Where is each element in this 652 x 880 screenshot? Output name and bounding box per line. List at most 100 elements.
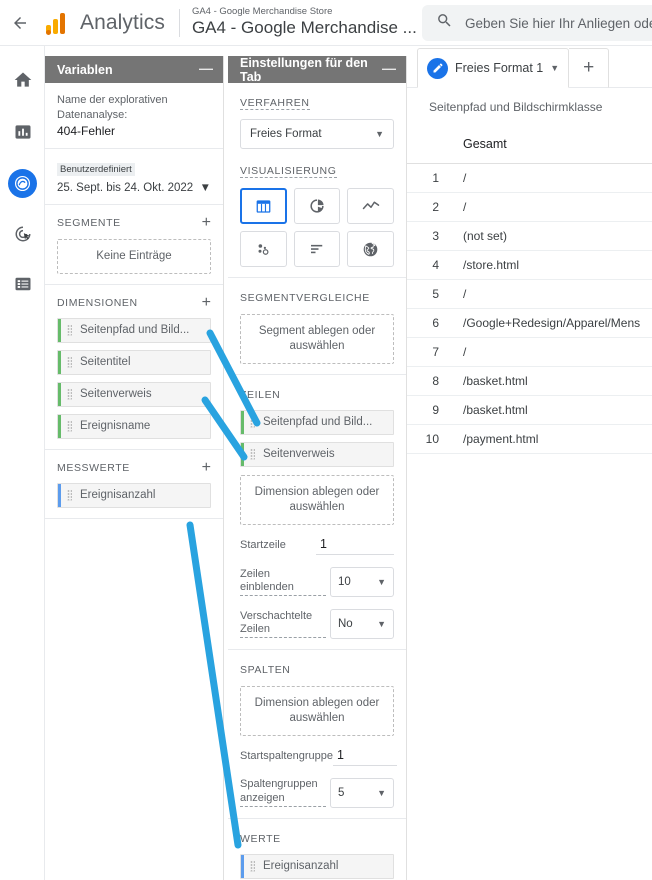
dimension-chip-label: Seitenverweis [80, 388, 152, 401]
add-metric-plus-icon[interactable]: + [202, 459, 211, 476]
minimize-icon[interactable]: — [382, 61, 396, 78]
table-row[interactable]: 2 / [407, 192, 652, 222]
analysis-name-value[interactable]: 404-Fehler [57, 124, 211, 138]
dimension-chip[interactable]: Seitenpfad und Bild... [57, 317, 211, 343]
add-tab-button[interactable]: + [569, 48, 610, 88]
segments-empty-dropzone[interactable]: Keine Einträge [57, 238, 211, 274]
row-value: / [449, 279, 652, 309]
row-dimension-label: Seitenpfad und Bild... [263, 416, 373, 429]
canvas-dimension-title: Seitenpfad und Bildschirmklasse [429, 100, 603, 114]
table-header-row: Gesamt [407, 125, 652, 164]
sidebar-item-advertising[interactable] [0, 214, 45, 253]
chevron-down-icon: ▼ [375, 129, 384, 139]
line-chart-icon [362, 201, 379, 210]
sidebar-item-configure[interactable] [0, 264, 45, 303]
search-bar[interactable]: Geben Sie hier Ihr Anliegen ode [422, 5, 652, 41]
tab-settings-panel-header: Einstellungen für den Tab — [228, 56, 406, 84]
viz-option-globe[interactable] [347, 231, 394, 267]
property-title: GA4 - Google Merchandise ... [191, 17, 417, 37]
tab-strip: Freies Format 1 ▼ + [407, 46, 652, 88]
rows-dropzone[interactable]: Dimension ablegen oder auswählen [240, 474, 394, 525]
table-row[interactable]: 1 / [407, 163, 652, 193]
metric-chip-label: Ereignisanzahl [80, 489, 156, 502]
chevron-down-icon[interactable]: ▼ [200, 182, 211, 194]
start-column-group-option: Startspaltengruppe 1 [240, 748, 397, 766]
start-row-value[interactable]: 1 [316, 537, 394, 555]
table-row[interactable]: 9 /basket.html [407, 395, 652, 425]
chevron-down-icon[interactable]: ▼ [550, 63, 559, 73]
search-input-placeholder[interactable]: Geben Sie hier Ihr Anliegen ode [465, 16, 652, 31]
value-metric-chip[interactable]: Ereignisanzahl [240, 853, 394, 879]
variables-panel-title: Variablen [57, 62, 113, 77]
property-subtitle: GA4 - Google Merchandise Store [191, 6, 333, 18]
reports-bar-chart-icon [15, 124, 30, 139]
search-icon [436, 12, 453, 34]
report-canvas: Freies Format 1 ▼ + Seitenpfad und Bilds… [407, 46, 652, 880]
sidebar-item-reports[interactable] [0, 112, 45, 151]
show-column-groups-label: Spaltengruppen anzeigen [240, 778, 326, 807]
minimize-icon[interactable]: — [199, 61, 213, 78]
row-dimension-chip[interactable]: Seitenpfad und Bild... [240, 409, 394, 435]
row-index: 8 [407, 366, 449, 396]
table-header-total: Gesamt [449, 125, 652, 164]
start-row-label: Startzeile [240, 538, 286, 551]
viz-option-scatter[interactable] [240, 231, 287, 267]
back-button[interactable] [0, 0, 40, 46]
drag-handle-icon[interactable] [250, 448, 255, 460]
date-range-section[interactable]: Benutzerdefiniert 25. Sept. bis 24. Okt.… [45, 149, 223, 205]
row-index: 2 [407, 192, 449, 222]
globe-map-icon [363, 242, 378, 256]
report-table: Gesamt 1 / 2 / 3 (not set) 4 /store.html [407, 125, 652, 454]
table-row[interactable]: 5 / [407, 279, 652, 309]
viz-option-bar[interactable] [293, 231, 341, 267]
drag-handle-icon[interactable] [67, 356, 72, 368]
drag-handle-icon[interactable] [250, 416, 255, 428]
table-row[interactable]: 6 /Google+Redesign/Apparel/Mens [407, 308, 652, 338]
dimensions-title: DIMENSIONEN [57, 296, 138, 309]
show-rows-select[interactable]: 10 ▼ [330, 566, 394, 597]
show-column-groups-select[interactable]: 5 ▼ [330, 777, 394, 808]
row-dimension-chip[interactable]: Seitenverweis [240, 441, 394, 467]
row-index: 10 [407, 424, 449, 454]
row-value: / [449, 163, 652, 193]
sidebar-item-home[interactable] [0, 60, 45, 99]
columns-dropzone[interactable]: Dimension ablegen oder auswählen [240, 685, 394, 736]
table-row[interactable]: 10 /payment.html [407, 424, 652, 454]
dimension-chip[interactable]: Seitentitel [57, 349, 211, 375]
drag-handle-icon[interactable] [67, 388, 72, 400]
tab-settings-panel-body: VERFAHREN Freies Format ▼ VISUALISIERUNG [228, 83, 406, 880]
add-dimension-plus-icon[interactable]: + [202, 294, 211, 311]
dimension-chip-label: Seitenpfad und Bild... [80, 324, 190, 337]
chevron-down-icon: ▼ [377, 787, 386, 798]
table-row[interactable]: 4 /store.html [407, 250, 652, 280]
variables-panel: Variablen — Name der explorativen Datena… [45, 56, 224, 880]
drag-handle-icon[interactable] [67, 420, 72, 432]
drag-handle-icon[interactable] [67, 489, 72, 501]
technique-select[interactable]: Freies Format ▼ [240, 119, 394, 149]
start-column-group-value[interactable]: 1 [332, 748, 397, 766]
segment-comparisons-dropzone[interactable]: Segment ablegen oder auswählen [240, 314, 394, 364]
property-selector[interactable]: GA4 - Google Merchandise Store GA4 - Goo… [191, 6, 417, 37]
sidebar-item-explore[interactable] [0, 164, 45, 203]
drag-handle-icon[interactable] [250, 860, 255, 872]
rows-label: ZEILEN [240, 388, 281, 401]
add-segment-plus-icon[interactable]: + [202, 214, 211, 231]
scatter-bubble-icon [258, 244, 269, 255]
columns-label: SPALTEN [240, 663, 291, 676]
drag-handle-icon[interactable] [67, 324, 72, 336]
dimension-chip[interactable]: Seitenverweis [57, 381, 211, 407]
donut-chart-icon [310, 199, 324, 213]
viz-option-donut[interactable] [293, 188, 341, 224]
table-row[interactable]: 7 / [407, 337, 652, 367]
viz-option-line[interactable] [347, 188, 394, 224]
dimension-chip[interactable]: Ereignisname [57, 413, 211, 439]
nested-rows-select[interactable]: No ▼ [330, 608, 394, 639]
table-row[interactable]: 3 (not set) [407, 221, 652, 251]
metric-chip[interactable]: Ereignisanzahl [57, 482, 211, 508]
tab-freies-format-1[interactable]: Freies Format 1 ▼ [417, 48, 570, 88]
table-row[interactable]: 8 /basket.html [407, 366, 652, 396]
show-rows-option: Zeilen einblenden 10 ▼ [240, 566, 394, 597]
row-value: / [449, 192, 652, 222]
segment-comparisons-section: SEGMENTVERGLEICHE Segment ablegen oder a… [228, 278, 406, 375]
viz-option-table[interactable] [240, 188, 287, 224]
